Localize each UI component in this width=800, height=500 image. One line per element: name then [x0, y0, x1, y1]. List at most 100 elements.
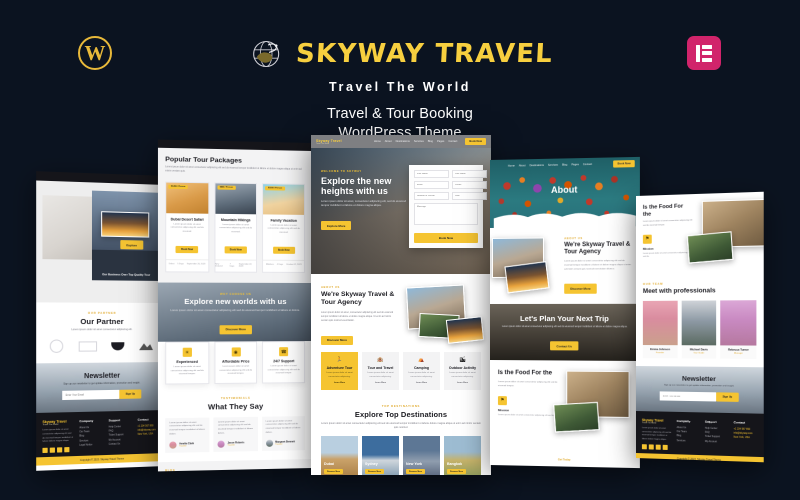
testimonial-role: Traveler [179, 445, 187, 448]
facebook-icon[interactable] [641, 444, 647, 450]
feature-learn-more[interactable]: Learn More [406, 382, 437, 384]
newsletter-signup-button[interactable]: Sign Up [716, 392, 739, 402]
number-of-person-input[interactable] [414, 192, 449, 200]
testimonial-card[interactable]: Lorem ipsum dolor sit amet consectetur a… [213, 416, 258, 452]
benefit-text: Lorem ipsum dolor sit amet consectetur a… [219, 365, 253, 376]
partner-logo-icon [78, 340, 97, 352]
hero-explore-button[interactable]: Explore More [321, 220, 352, 231]
about-discover-button[interactable]: Discover More [321, 335, 353, 345]
footer-social-icons[interactable] [42, 447, 73, 454]
tour-location: Dubai [168, 262, 175, 265]
youtube-icon[interactable] [662, 445, 668, 451]
newsletter-signup-button[interactable]: Sign Up [119, 389, 142, 399]
nav-book-now-button[interactable]: Book Now [613, 160, 635, 168]
feature-card[interactable]: 🏃 Adventure Tour Lorem ipsum dolor sit a… [321, 352, 358, 391]
get-today-link[interactable]: Get Today [558, 458, 571, 461]
destination-badge[interactable]: Discover More [447, 469, 467, 475]
nav-logo[interactable]: Skyway Travel [316, 139, 342, 143]
destination-card[interactable]: Dubai Discover More [321, 436, 358, 475]
destination-card[interactable]: Sydney Discover More [362, 436, 399, 475]
footer-link[interactable]: Legal Notice [79, 443, 102, 448]
team-title: Meet with professionals [642, 287, 716, 295]
nav-item-contact[interactable]: Contact [448, 140, 457, 143]
feature-card[interactable]: ⛺ Camping Lorem ipsum dolor sit amet con… [403, 352, 440, 391]
nav-item-pages[interactable]: Pages [571, 163, 578, 166]
footer-link[interactable]: New York, USA [734, 436, 758, 441]
tour-package-card[interactable]: $1099 / Person Family Vacation Lorem ips… [262, 182, 306, 273]
benefit-card[interactable]: ☎ 24/7 Support Lorem ipsum dolor sit ame… [262, 341, 306, 384]
footer-link[interactable]: Services [677, 439, 700, 444]
footer-link[interactable]: My Account [705, 440, 729, 445]
mockup-panel-home[interactable]: Skyway Travel Travel The World Home Abou… [311, 135, 491, 475]
feature-learn-more[interactable]: Learn More [324, 382, 355, 384]
nav-item-pages[interactable]: Pages [437, 140, 444, 143]
twitter-icon[interactable] [648, 444, 654, 450]
nav-item-services[interactable]: Services [414, 140, 424, 143]
testimonial-card[interactable]: Lorem ipsum dolor sit amet consectetur a… [165, 417, 210, 453]
feature-card[interactable]: 🏨 Tour and Travel Lorem ipsum dolor sit … [362, 352, 399, 391]
nav-book-now-button[interactable]: Book Now [465, 138, 486, 145]
mockup-panel-tours[interactable]: Popular Tour Packages Lorem ipsum dolor … [157, 139, 312, 472]
tour-package-card[interactable]: $1299 / Person Dubai Desert Safari Lorem… [165, 181, 210, 273]
nav-item-about[interactable]: About [385, 140, 392, 143]
phone-input[interactable] [452, 181, 487, 189]
tour-book-button[interactable]: Book Now [224, 246, 247, 254]
tour-location: New Zealand [215, 263, 223, 268]
instagram-icon[interactable] [57, 447, 63, 453]
tour-book-button[interactable]: Book Now [176, 246, 199, 254]
cta-contact-button[interactable]: Contact Us [550, 341, 579, 351]
feature-text: Lorem ipsum dolor sit amet consectetur a… [449, 372, 476, 378]
nav-item-destinations[interactable]: Destinations [396, 140, 410, 143]
benefit-card[interactable]: ◉ Affordable Price Lorem ipsum dolor sit… [214, 341, 258, 384]
tour-package-card[interactable]: $899 / Person Mountain Hikings Lorem ips… [214, 181, 258, 273]
tour-book-button[interactable]: Book Now [272, 246, 295, 254]
twitter-icon[interactable] [49, 447, 55, 453]
nav-item-blog[interactable]: Blog [428, 140, 433, 143]
nav-item-contact[interactable]: Contact [583, 163, 592, 166]
newsletter-email-input[interactable] [659, 391, 717, 402]
destination-card[interactable]: Bangkok Discover More [444, 436, 481, 475]
form-submit-button[interactable]: Book Now [414, 233, 478, 243]
team-member-card[interactable]: Emma Johnson Founder [642, 300, 678, 359]
mockup-panel-services[interactable]: Explore Our Business Over Top Quality To… [36, 171, 167, 471]
overlay-explore-button[interactable]: Explore [120, 240, 143, 250]
youtube-icon[interactable] [64, 447, 70, 453]
email-input[interactable] [414, 181, 449, 189]
nav-item-about[interactable]: About [519, 164, 526, 167]
globe-icon: ☀ [182, 347, 192, 358]
first-name-input[interactable] [414, 170, 449, 178]
cta-title: Let's Plan Your Next Trip [520, 314, 609, 324]
date-input[interactable] [452, 192, 487, 200]
mockup-panel-team[interactable]: Is the Food For the Lorem ipsum dolor si… [636, 191, 764, 463]
testimonial-card[interactable]: Lorem ipsum dolor sit amet consectetur a… [261, 415, 306, 451]
instagram-icon[interactable] [655, 444, 661, 451]
intro-discover-button[interactable]: Discover More [564, 283, 597, 294]
feature-card[interactable]: 🏙 Outdoor Activity Lorem ipsum dolor sit… [444, 352, 481, 391]
destination-card[interactable]: New York Discover More [403, 436, 440, 475]
destination-badge[interactable]: Discover More [324, 469, 344, 475]
team-member-card[interactable]: Michael Davis Tour Guide [681, 300, 717, 359]
benefit-card[interactable]: ☀ Experienced Lorem ipsum dolor sit amet… [165, 341, 210, 385]
last-name-input[interactable] [452, 170, 487, 178]
booking-form[interactable]: Book Now [409, 165, 487, 248]
feature-learn-more[interactable]: Learn More [365, 382, 396, 384]
team-member-card[interactable]: Rebecca Turner Manager [720, 300, 757, 359]
nav-item-blog[interactable]: Blog [562, 163, 567, 166]
banner-button[interactable]: Discover More [219, 324, 252, 335]
nav-item-destinations[interactable]: Destinations [530, 164, 544, 167]
footer-link[interactable]: Contact Us [109, 442, 132, 447]
newsletter-email-input[interactable] [62, 389, 120, 401]
destination-badge[interactable]: Discover More [365, 469, 385, 475]
feature-text: Lorem ipsum dolor sit amet consectetur a… [408, 372, 435, 378]
nav-item-home[interactable]: Home [508, 165, 515, 168]
message-textarea[interactable] [414, 203, 478, 225]
destination-badge[interactable]: Discover More [406, 469, 426, 475]
nav-item-services[interactable]: Services [548, 164, 558, 167]
footer-link[interactable]: New York, USA [138, 433, 161, 438]
nav-item-home[interactable]: Home [374, 140, 381, 143]
mockup-panel-about[interactable]: Home About Destinations Services Blog Pa… [490, 156, 640, 469]
facebook-icon[interactable] [42, 447, 48, 454]
feature-learn-more[interactable]: Learn More [447, 382, 478, 384]
site-nav[interactable]: Skyway Travel Travel The World Home Abou… [311, 135, 491, 148]
footer-social-icons[interactable] [641, 444, 672, 451]
